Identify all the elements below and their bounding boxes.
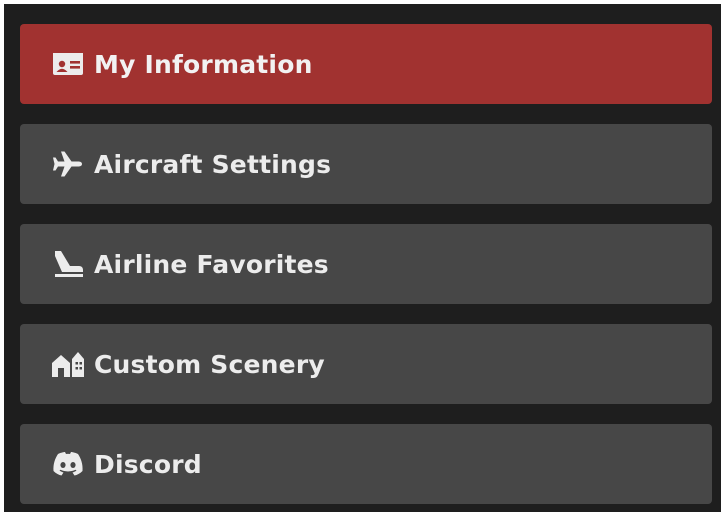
menu-item-airline-favorites[interactable]: Airline Favorites — [20, 224, 712, 304]
menu-item-aircraft-settings[interactable]: Aircraft Settings — [20, 124, 712, 204]
id-card-icon — [51, 49, 85, 79]
menu-item-label: Custom Scenery — [94, 349, 325, 379]
menu-item-label: Airline Favorites — [94, 249, 329, 279]
discord-icon — [51, 449, 85, 479]
menu-item-discord[interactable]: Discord — [20, 424, 712, 504]
menu-item-label: Aircraft Settings — [94, 149, 332, 179]
plane-tail-icon — [51, 249, 85, 279]
menu-item-label: Discord — [94, 449, 202, 479]
plane-icon — [51, 149, 85, 179]
buildings-icon — [51, 349, 85, 379]
settings-menu-panel: My Information Aircraft Settings Airline… — [4, 4, 721, 512]
menu-item-my-information[interactable]: My Information — [20, 24, 712, 104]
menu-item-custom-scenery[interactable]: Custom Scenery — [20, 324, 712, 404]
menu-item-label: My Information — [94, 49, 313, 79]
